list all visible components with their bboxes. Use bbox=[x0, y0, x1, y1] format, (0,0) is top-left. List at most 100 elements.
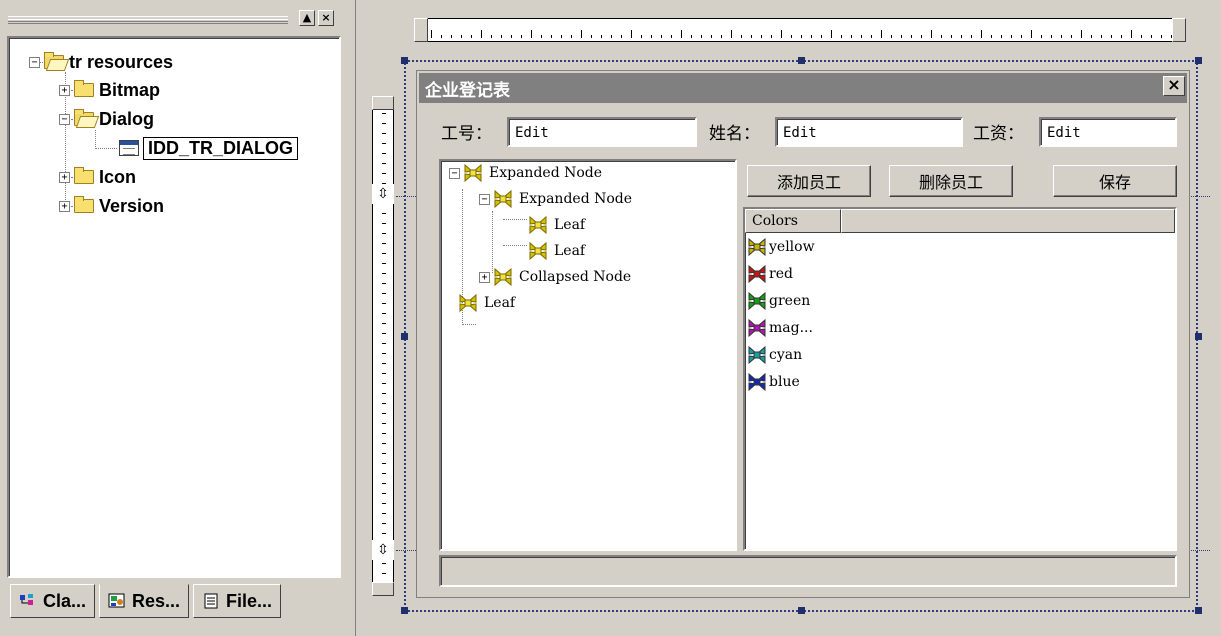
ruler-tick bbox=[382, 523, 386, 524]
list-item[interactable]: blue bbox=[747, 368, 800, 395]
ruler-tick bbox=[1041, 35, 1042, 38]
class-view-icon bbox=[19, 593, 37, 609]
employee-id-input[interactable]: Edit bbox=[507, 117, 697, 147]
tree-item-label: Dialog bbox=[99, 108, 155, 129]
tree-item-dialog[interactable]: − Dialog bbox=[59, 107, 154, 131]
ruler-tick bbox=[382, 483, 386, 484]
panel-grip[interactable] bbox=[8, 16, 288, 24]
tree-leaf[interactable]: Leaf bbox=[525, 213, 585, 237]
ruler-tick bbox=[382, 213, 386, 214]
ruler-tick bbox=[931, 30, 932, 38]
color-swatch-icon bbox=[747, 345, 767, 365]
guide-marker-icon[interactable]: ⇳ bbox=[372, 184, 394, 204]
collapse-toggle[interactable]: − bbox=[479, 193, 490, 205]
colors-list[interactable]: Colors yellow red green mag... cyan blue bbox=[743, 207, 1177, 551]
ruler-tick bbox=[1031, 30, 1032, 38]
dialog-close-button[interactable]: × bbox=[1163, 76, 1185, 96]
tree-item-icon[interactable]: + Icon bbox=[59, 165, 136, 189]
ruler-tick bbox=[581, 30, 582, 38]
resize-handle[interactable] bbox=[1195, 57, 1202, 64]
ruler-tick bbox=[471, 35, 472, 38]
add-employee-button[interactable]: 添加员工 bbox=[747, 165, 871, 197]
ruler-tick bbox=[821, 35, 822, 38]
expand-toggle[interactable]: + bbox=[479, 271, 490, 283]
delete-employee-button[interactable]: 删除员工 bbox=[889, 165, 1013, 197]
tree-item-idd-tr-dialog[interactable]: IDD_TR_DIALOG bbox=[119, 136, 299, 160]
ruler-tick bbox=[941, 35, 942, 38]
list-item[interactable]: cyan bbox=[747, 341, 802, 368]
expand-toggle[interactable]: + bbox=[59, 200, 70, 212]
resize-handle[interactable] bbox=[401, 57, 408, 64]
ruler-tick bbox=[511, 35, 512, 38]
color-swatch-icon bbox=[747, 237, 767, 257]
ruler-tick bbox=[1011, 35, 1012, 38]
status-field[interactable] bbox=[439, 555, 1177, 587]
list-item[interactable]: green bbox=[747, 287, 810, 314]
list-item[interactable]: yellow bbox=[747, 233, 815, 260]
vertical-ruler[interactable] bbox=[372, 96, 394, 596]
ruler-tick bbox=[521, 35, 522, 38]
column-header-colors[interactable]: Colors bbox=[745, 209, 841, 233]
ruler-tick bbox=[1061, 35, 1062, 38]
resize-handle[interactable] bbox=[798, 57, 805, 64]
collapse-toggle[interactable]: − bbox=[59, 113, 70, 125]
ruler-tick bbox=[382, 283, 386, 284]
panel-close-button[interactable]: × bbox=[318, 10, 334, 26]
ruler-tick bbox=[551, 35, 552, 38]
ruler-tick bbox=[481, 30, 482, 38]
save-button[interactable]: 保存 bbox=[1053, 165, 1177, 197]
dialog-preview[interactable]: 企业登记表 × 工号： Edit 姓名： Edit 工资： Edit − Exp… bbox=[416, 70, 1190, 598]
resize-handle[interactable] bbox=[1195, 607, 1202, 614]
list-header: Colors bbox=[745, 209, 1175, 233]
resize-handle[interactable] bbox=[401, 607, 408, 614]
ruler-top-marker[interactable] bbox=[372, 96, 394, 110]
ruler-tick bbox=[382, 143, 386, 144]
tree-node-expanded[interactable]: − Expanded Node bbox=[479, 187, 632, 211]
tree-item-root[interactable]: − tr resources bbox=[29, 50, 173, 74]
tab-resource-view[interactable]: Res... bbox=[99, 584, 190, 618]
ruler-tick bbox=[681, 30, 682, 38]
tree-leaf[interactable]: Leaf bbox=[455, 291, 515, 315]
tree-node-expanded[interactable]: − Expanded Node bbox=[449, 161, 602, 185]
ruler-tick bbox=[1081, 30, 1082, 38]
horizontal-ruler[interactable] bbox=[414, 18, 1186, 42]
ruler-bottom-marker[interactable] bbox=[372, 582, 394, 596]
resize-handle[interactable] bbox=[401, 333, 408, 340]
expand-toggle[interactable]: + bbox=[59, 84, 70, 96]
column-header-empty[interactable] bbox=[841, 209, 1175, 233]
resize-handle[interactable] bbox=[798, 607, 805, 614]
ruler-tick bbox=[382, 383, 386, 384]
employee-name-input[interactable]: Edit bbox=[775, 117, 963, 147]
tree-item-version[interactable]: + Version bbox=[59, 194, 164, 218]
guide-marker-icon[interactable]: ⇳ bbox=[372, 540, 394, 560]
employee-name-label: 姓名： bbox=[709, 124, 760, 144]
ruler-left-marker[interactable] bbox=[414, 18, 428, 42]
ruler-right-marker[interactable] bbox=[1172, 18, 1186, 42]
employee-tree[interactable]: − Expanded Node − Expanded Node Leaf Lea… bbox=[439, 159, 737, 551]
tree-node-collapsed[interactable]: + Collapsed Node bbox=[479, 265, 631, 289]
tree-leaf[interactable]: Leaf bbox=[525, 239, 585, 263]
tree-item-bitmap[interactable]: + Bitmap bbox=[59, 78, 160, 102]
ruler-tick bbox=[1111, 35, 1112, 38]
expand-toggle[interactable]: + bbox=[59, 171, 70, 183]
ruler-tick bbox=[382, 223, 386, 224]
file-view-icon bbox=[202, 593, 220, 609]
ruler-tick bbox=[661, 35, 662, 38]
dialog-title-bar[interactable]: 企业登记表 bbox=[419, 73, 1187, 103]
tab-file-view[interactable]: File... bbox=[193, 584, 282, 618]
tree-item-label: Bitmap bbox=[99, 79, 161, 100]
ruler-tick bbox=[1091, 35, 1092, 38]
collapse-toggle[interactable]: − bbox=[449, 167, 460, 179]
list-item[interactable]: red bbox=[747, 260, 793, 287]
list-item[interactable]: mag... bbox=[747, 314, 813, 341]
collapse-toggle[interactable]: − bbox=[29, 56, 40, 68]
list-item-label: red bbox=[769, 265, 793, 282]
color-swatch-icon bbox=[747, 372, 767, 392]
salary-input[interactable]: Edit bbox=[1039, 117, 1177, 147]
ruler-tick bbox=[382, 273, 386, 274]
tab-class-view[interactable]: Cla... bbox=[10, 584, 96, 618]
resize-handle[interactable] bbox=[1195, 333, 1202, 340]
panel-minimize-button[interactable]: ▲ bbox=[299, 10, 315, 26]
tree-item-label: IDD_TR_DIALOG bbox=[143, 136, 299, 160]
resource-tree[interactable]: − tr resources + Bitmap − Dialog IDD_TR_… bbox=[7, 36, 341, 578]
